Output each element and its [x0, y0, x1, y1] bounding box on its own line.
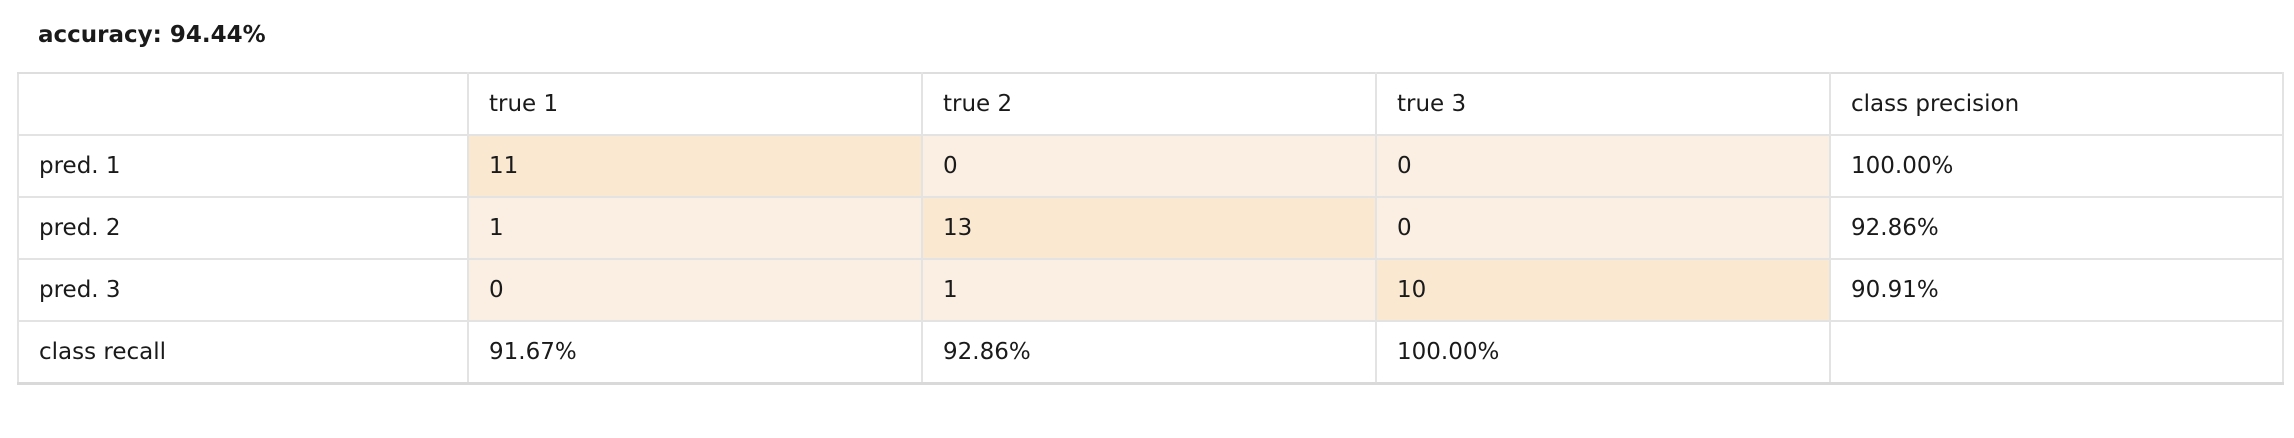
precision-cell: 90.91% [1829, 258, 2284, 322]
column-header-true-3: true 3 [1375, 72, 1831, 136]
accuracy-title: accuracy: 94.44% [38, 22, 266, 48]
table-row-pred-3: pred. 3 0 1 10 90.91% [17, 258, 2284, 322]
matrix-cell: 11 [467, 134, 923, 198]
matrix-cell: 13 [921, 196, 1377, 260]
empty-corner-cell [1829, 320, 2284, 385]
column-header-true-2: true 2 [921, 72, 1377, 136]
header-row: true 1 true 2 true 3 class precision [17, 72, 2284, 136]
column-header-class-precision: class precision [1829, 72, 2284, 136]
recall-cell: 100.00% [1375, 320, 1831, 385]
recall-cell: 92.86% [921, 320, 1377, 385]
recall-cell: 91.67% [467, 320, 923, 385]
matrix-cell: 0 [1375, 134, 1831, 198]
column-header-true-1: true 1 [467, 72, 923, 136]
matrix-cell: 0 [467, 258, 923, 322]
matrix-cell: 0 [921, 134, 1377, 198]
precision-cell: 92.86% [1829, 196, 2284, 260]
row-header-class-recall: class recall [17, 320, 469, 385]
matrix-cell: 1 [921, 258, 1377, 322]
precision-cell: 100.00% [1829, 134, 2284, 198]
corner-cell [17, 72, 469, 136]
row-header-pred-1: pred. 1 [17, 134, 469, 198]
row-header-pred-3: pred. 3 [17, 258, 469, 322]
table-row-class-recall: class recall 91.67% 92.86% 100.00% [17, 320, 2284, 385]
table-row-pred-1: pred. 1 11 0 0 100.00% [17, 134, 2284, 198]
confusion-matrix-table: true 1 true 2 true 3 class precision pre… [17, 72, 2284, 385]
table-row-pred-2: pred. 2 1 13 0 92.86% [17, 196, 2284, 260]
matrix-cell: 1 [467, 196, 923, 260]
row-header-pred-2: pred. 2 [17, 196, 469, 260]
matrix-cell: 0 [1375, 196, 1831, 260]
matrix-cell: 10 [1375, 258, 1831, 322]
